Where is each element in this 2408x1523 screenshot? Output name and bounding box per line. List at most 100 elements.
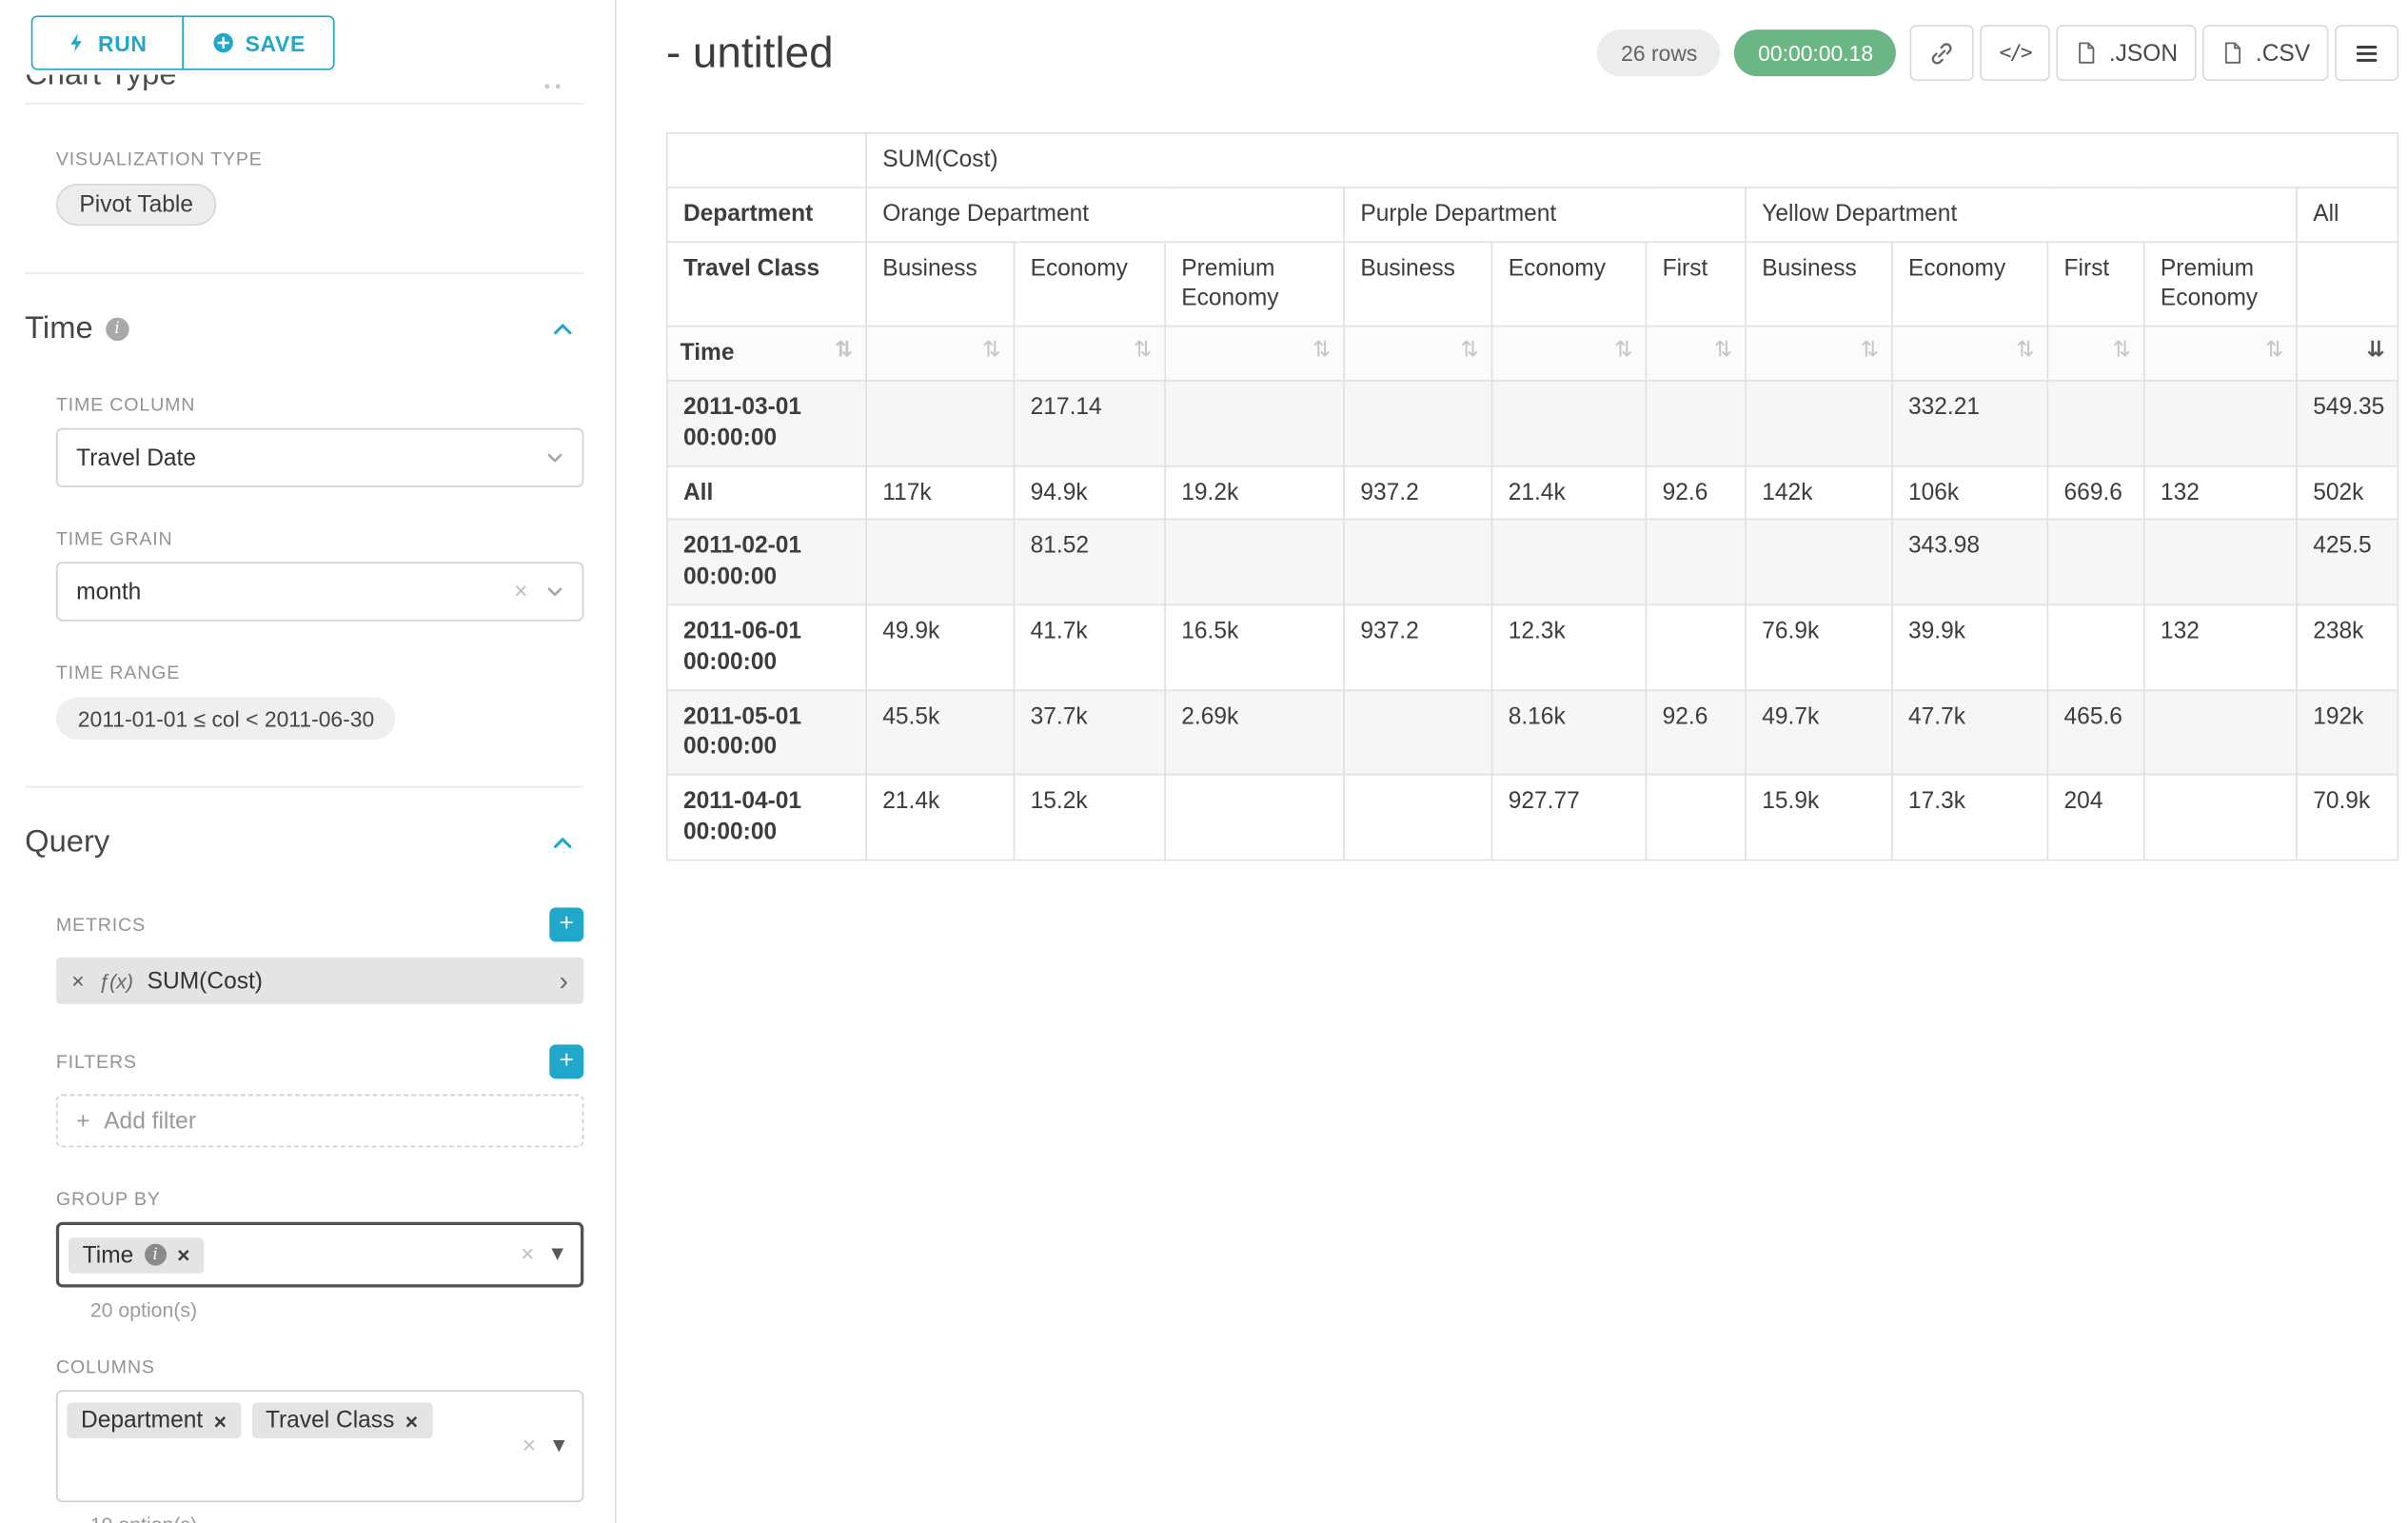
selected-tag[interactable]: Travel Class × <box>251 1402 432 1438</box>
sort-icon[interactable]: ⇅ <box>2113 338 2131 364</box>
pivot-table: SUM(Cost)DepartmentOrange DepartmentPurp… <box>666 132 2398 860</box>
value-cell: 41.7k <box>1014 604 1165 689</box>
pivot-sort-row: Time⇅⇅⇅⇅⇅⇅⇅⇅⇅⇅⇅⇊ <box>667 326 2398 381</box>
sort-icon[interactable]: ⇅ <box>1614 338 1632 364</box>
columns-options-count: 19 option(s) <box>90 1513 583 1523</box>
export-button-group: </> .JSON .CSV <box>1910 25 2398 81</box>
row-header: All <box>667 465 866 520</box>
value-cell <box>1646 604 1746 689</box>
sort-icon[interactable]: ⇅ <box>982 338 1000 364</box>
sort-icon[interactable]: ⇅ <box>1460 338 1478 364</box>
table-row: 2011-05-01 00:00:0045.5k37.7k2.69k8.16k9… <box>667 690 2398 775</box>
sort-icon[interactable]: ⇅ <box>2016 338 2034 364</box>
sort-icon[interactable]: ⇅ <box>1313 338 1331 364</box>
row-count-badge: 26 rows <box>1598 30 1721 76</box>
clear-icon[interactable]: × <box>523 1434 536 1458</box>
value-cell: 8.16k <box>1492 690 1647 775</box>
time-grain-select[interactable]: month × <box>56 562 583 621</box>
visualization-type-value[interactable]: Pivot Table <box>56 184 217 226</box>
export-csv-label: .CSV <box>2256 40 2310 67</box>
query-section-title: Query <box>25 825 109 861</box>
columns-tags: Department× Travel Class × <box>67 1402 432 1438</box>
metric-header: SUM(Cost) <box>866 133 2398 188</box>
row-header: 2011-05-01 00:00:00 <box>667 690 866 775</box>
columns-select[interactable]: Department× Travel Class × × ▼ <box>56 1390 583 1502</box>
bolt-icon <box>67 31 87 55</box>
class-header: Economy <box>1492 242 1647 326</box>
run-button[interactable]: RUN <box>31 15 184 69</box>
pivot-class-row: Travel ClassBusinessEconomyPremium Econo… <box>667 242 2398 326</box>
value-cell <box>2144 690 2297 775</box>
file-icon <box>2075 41 2099 66</box>
selected-tag[interactable]: Timei× <box>69 1236 204 1273</box>
table-row: 2011-03-01 00:00:00217.14332.21549.35 <box>667 381 2398 465</box>
table-row: 2011-04-01 00:00:0021.4k15.2k927.7715.9k… <box>667 775 2398 860</box>
save-label: SAVE <box>246 30 306 55</box>
chevron-up-icon[interactable] <box>551 831 575 855</box>
value-cell: 37.7k <box>1014 690 1165 775</box>
time-range-value[interactable]: 2011-01-01 ≤ col < 2011-06-30 <box>56 698 396 740</box>
chart-type-heading: Chart Type <box>25 74 583 98</box>
group-header: All <box>2297 188 2398 242</box>
value-cell: 49.9k <box>866 604 1014 689</box>
time-column-label: TIME COLUMN <box>56 394 583 416</box>
sort-icon[interactable]: ⇅ <box>1134 338 1152 364</box>
clear-icon[interactable]: × <box>521 1243 534 1267</box>
sort-icon[interactable]: ⇅ <box>1861 338 1879 364</box>
value-cell: 45.5k <box>866 690 1014 775</box>
table-row: 2011-06-01 00:00:0049.9k41.7k16.5k937.21… <box>667 604 2398 689</box>
sort-icon[interactable]: ⇅ <box>2265 338 2283 364</box>
chevron-up-icon[interactable] <box>551 318 575 342</box>
remove-metric-icon[interactable]: × <box>71 968 84 993</box>
section-divider <box>25 786 583 788</box>
chevron-down-icon <box>544 582 564 602</box>
value-cell: 15.2k <box>1014 775 1165 860</box>
value-cell: 937.2 <box>1344 604 1491 689</box>
value-cell: 927.77 <box>1492 775 1647 860</box>
sort-desc-icon[interactable]: ⇊ <box>2366 338 2384 364</box>
group-by-select[interactable]: Timei× × ▼ <box>56 1222 583 1288</box>
value-cell: 132 <box>2144 465 2297 520</box>
query-section-header[interactable]: Query <box>25 825 583 861</box>
pivot-metric-row: SUM(Cost) <box>667 133 2398 188</box>
chart-title[interactable]: - untitled <box>666 28 834 77</box>
caret-down-icon[interactable]: ▼ <box>553 1438 565 1454</box>
sort-cell: ⇅ <box>1646 326 1746 381</box>
time-column-select[interactable]: Travel Date <box>56 428 583 487</box>
clear-icon[interactable]: × <box>514 580 527 603</box>
value-cell: 92.6 <box>1646 465 1746 520</box>
pivot-group-row: DepartmentOrange DepartmentPurple Depart… <box>667 188 2398 242</box>
selected-tag[interactable]: Department× <box>67 1402 240 1438</box>
caret-down-icon[interactable]: ▼ <box>551 1247 563 1262</box>
value-cell: 12.3k <box>1492 604 1647 689</box>
code-icon: </> <box>2000 41 2032 65</box>
chevron-right-icon[interactable]: › <box>560 967 568 994</box>
sort-icon[interactable]: ⇅ <box>835 338 853 364</box>
remove-tag-icon[interactable]: × <box>177 1242 189 1267</box>
share-link-button[interactable] <box>1910 25 1974 81</box>
remove-tag-icon[interactable]: × <box>214 1408 227 1433</box>
value-cell: 192k <box>2297 690 2398 775</box>
time-section-header[interactable]: Time i <box>25 311 583 347</box>
value-cell: 81.52 <box>1014 520 1165 604</box>
value-cell <box>1165 381 1344 465</box>
menu-button[interactable] <box>2335 25 2398 81</box>
info-icon[interactable]: i <box>145 1244 167 1266</box>
metric-tag[interactable]: × ƒ(x) SUM(Cost) › <box>56 958 583 1004</box>
remove-tag-icon[interactable]: × <box>405 1408 418 1433</box>
tag-label: Travel Class <box>266 1407 394 1434</box>
value-cell: 15.9k <box>1746 775 1892 860</box>
info-icon[interactable]: i <box>106 318 129 342</box>
export-csv-button[interactable]: .CSV <box>2202 25 2328 81</box>
value-cell <box>1165 520 1344 604</box>
view-query-button[interactable]: </> <box>1981 25 2050 81</box>
value-cell <box>1746 520 1892 604</box>
add-filter-button[interactable]: + Add filter <box>56 1095 583 1148</box>
time-grain-value: month <box>76 579 141 605</box>
save-button[interactable]: SAVE <box>182 15 335 69</box>
add-metric-button[interactable]: + <box>549 907 583 941</box>
table-row: All117k94.9k19.2k937.221.4k92.6142k106k6… <box>667 465 2398 520</box>
export-json-button[interactable]: .JSON <box>2056 25 2196 81</box>
add-filter-plus-button[interactable]: + <box>549 1044 583 1078</box>
sort-icon[interactable]: ⇅ <box>1714 338 1732 364</box>
